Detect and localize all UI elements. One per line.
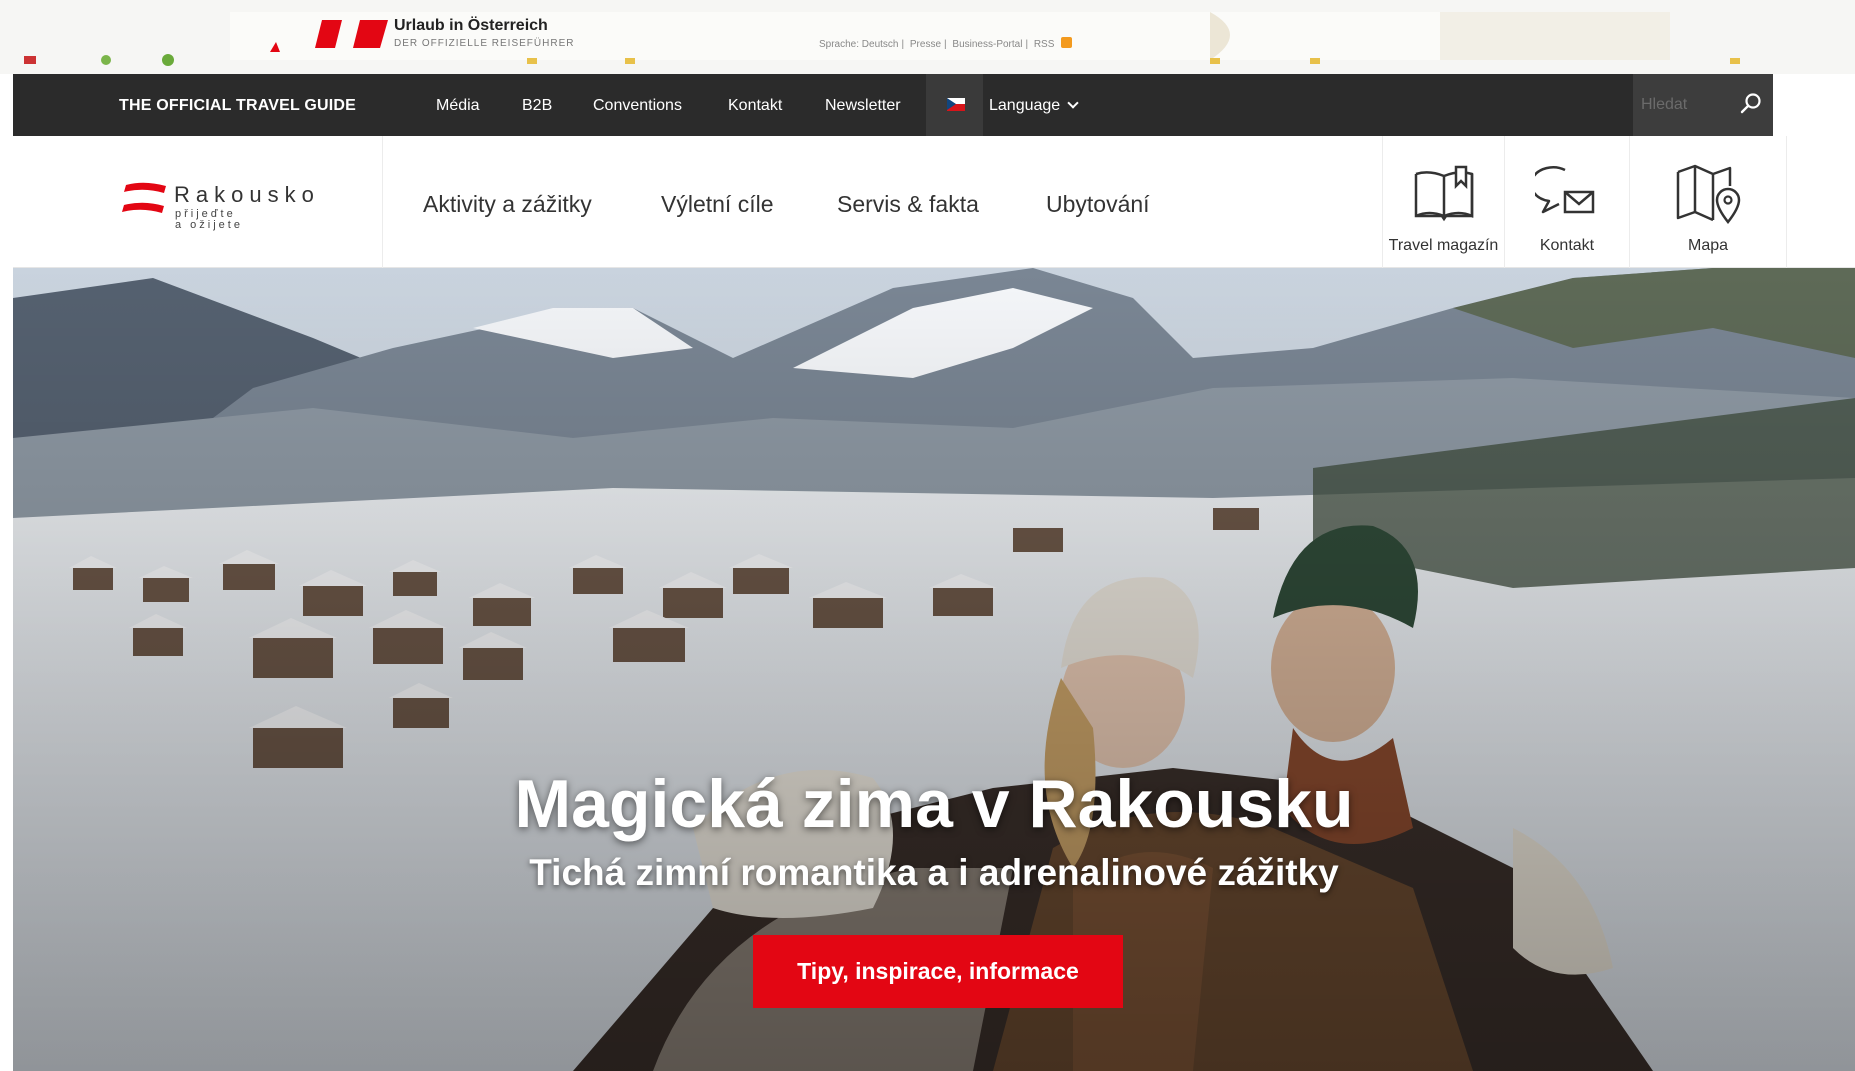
hero-title: Magická zima v Rakousku xyxy=(514,766,1354,842)
brand-name: Rakousko xyxy=(174,182,320,207)
top-bar: THE OFFICIAL TRAVEL GUIDE Média B2B Conv… xyxy=(13,74,1773,136)
legacy-logo-subtitle: DER OFFIZIELLE REISEFÜHRER xyxy=(394,38,575,49)
util-label-travel-magazine: Travel magazín xyxy=(1388,237,1499,254)
top-link-b2b[interactable]: B2B xyxy=(522,97,552,115)
legacy-link-business[interactable]: Business-Portal xyxy=(952,39,1022,50)
language-label: Language xyxy=(989,97,1061,114)
official-guide-label[interactable]: THE OFFICIAL TRAVEL GUIDE xyxy=(119,97,356,115)
legacy-banner: Urlaub in Österreich DER OFFIZIELLE REIS… xyxy=(0,0,1855,74)
chevron-down-icon xyxy=(1067,97,1079,109)
legacy-links: Sprache: Deutsch | Presse | Business-Porta… xyxy=(816,37,1073,50)
brand-logo[interactable]: Rakousko přijeďte a ožijete xyxy=(122,179,362,239)
util-contact[interactable]: Kontakt xyxy=(1504,136,1629,268)
language-flag-button[interactable] xyxy=(926,74,983,136)
nav-item-accommodation[interactable]: Ubytování xyxy=(1046,191,1150,218)
language-dropdown[interactable]: Language xyxy=(989,97,1079,115)
top-link-newsletter[interactable]: Newsletter xyxy=(825,97,901,115)
rss-icon[interactable] xyxy=(1061,37,1073,48)
map-pin-icon xyxy=(1676,164,1741,224)
util-map[interactable]: Mapa xyxy=(1629,136,1787,268)
brand-tagline: přijeďte a ožijete xyxy=(175,209,265,231)
legacy-link-language[interactable]: Sprache: Deutsch xyxy=(819,39,899,50)
nav-divider xyxy=(382,136,383,268)
util-label-contact: Kontakt xyxy=(1539,237,1595,254)
search-icon[interactable] xyxy=(1739,92,1763,116)
util-label-map: Mapa xyxy=(1687,237,1729,254)
search-box xyxy=(1633,74,1773,136)
book-icon xyxy=(1414,165,1474,222)
brand-tagline-line2: a ožijete xyxy=(175,219,243,231)
top-link-kontakt[interactable]: Kontakt xyxy=(728,97,782,115)
hero-banner: Magická zima v Rakousku Tichá zimní roma… xyxy=(13,268,1855,1071)
austria-logo-icon xyxy=(122,182,166,213)
legacy-link-press[interactable]: Presse xyxy=(910,39,941,50)
legacy-logo-title: Urlaub in Österreich xyxy=(394,17,548,34)
search-input[interactable] xyxy=(1641,88,1731,122)
main-navigation: Rakousko přijeďte a ožijete Aktivity a z… xyxy=(13,136,1855,268)
top-link-media[interactable]: Média xyxy=(436,97,480,115)
nav-item-activities[interactable]: Aktivity a zážitky xyxy=(423,191,592,218)
hero-cta-button[interactable]: Tipy, inspirace, informace xyxy=(753,935,1123,1008)
nav-item-destinations[interactable]: Výletní cíle xyxy=(661,191,774,218)
top-link-conventions[interactable]: Conventions xyxy=(593,97,682,115)
legacy-link-rss[interactable]: RSS xyxy=(1034,39,1055,50)
nav-item-service-facts[interactable]: Servis & fakta xyxy=(837,191,979,218)
hero-subtitle: Tichá zimní romantika a i adrenalinové z… xyxy=(529,852,1339,893)
chat-mail-icon xyxy=(1535,166,1595,214)
util-travel-magazine[interactable]: Travel magazín xyxy=(1382,136,1504,268)
czech-flag-icon xyxy=(947,98,965,111)
